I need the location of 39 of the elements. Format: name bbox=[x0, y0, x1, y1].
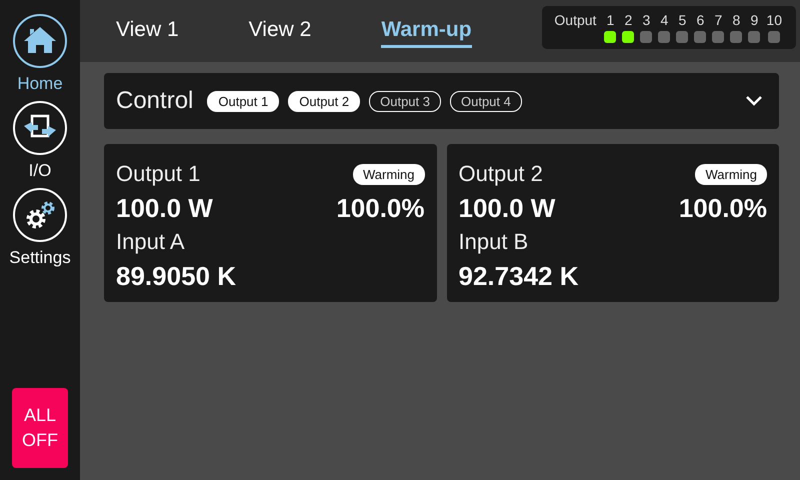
output-number: 5 bbox=[678, 12, 688, 28]
output-chip[interactable]: Output 3 bbox=[369, 90, 441, 112]
output-title: Output 1 bbox=[116, 161, 200, 187]
control-title: Control bbox=[116, 87, 194, 115]
home-icon bbox=[13, 14, 67, 68]
status-badge: Warming bbox=[352, 164, 424, 184]
nav-item[interactable]: Settings bbox=[9, 188, 71, 268]
tab[interactable]: View 1 bbox=[116, 18, 179, 48]
percent-value: 100.0% bbox=[678, 192, 767, 224]
output-label: Output bbox=[554, 12, 596, 28]
all-off-button[interactable]: ALL OFF bbox=[12, 388, 68, 468]
tab[interactable]: View 2 bbox=[248, 18, 312, 48]
nav-item[interactable]: Home bbox=[13, 14, 67, 94]
output-chip[interactable]: Output 4 bbox=[450, 90, 522, 112]
status-badge: Warming bbox=[695, 164, 767, 184]
output-number: 1 bbox=[606, 12, 616, 28]
output-chip[interactable]: Output 1 bbox=[207, 90, 280, 112]
output-number: 3 bbox=[642, 12, 652, 28]
power-value: 100.0 W bbox=[116, 192, 213, 224]
input-value: 89.9050 K bbox=[116, 260, 236, 292]
output-number: 4 bbox=[660, 12, 670, 28]
output-number: 8 bbox=[732, 12, 742, 28]
output-number: 6 bbox=[696, 12, 706, 28]
output-number: 9 bbox=[750, 12, 760, 28]
chevron-icon[interactable] bbox=[745, 95, 763, 107]
output-title: Output 2 bbox=[458, 161, 543, 187]
input-label: Input A bbox=[116, 229, 185, 255]
output-number: 10 bbox=[766, 12, 782, 28]
output-chip[interactable]: Output 2 bbox=[288, 90, 360, 112]
nav-item[interactable]: I/O bbox=[13, 101, 67, 181]
percent-value: 100.0% bbox=[336, 192, 424, 224]
input-label: Input B bbox=[458, 229, 528, 255]
settings-icon bbox=[13, 188, 67, 242]
power-value: 100.0 W bbox=[458, 192, 556, 224]
output-number: 2 bbox=[624, 12, 634, 28]
tab[interactable]: Warm-up bbox=[381, 18, 472, 48]
output-number: 7 bbox=[714, 12, 724, 28]
swap-icon bbox=[13, 101, 67, 155]
input-value: 92.7342 K bbox=[458, 260, 578, 292]
